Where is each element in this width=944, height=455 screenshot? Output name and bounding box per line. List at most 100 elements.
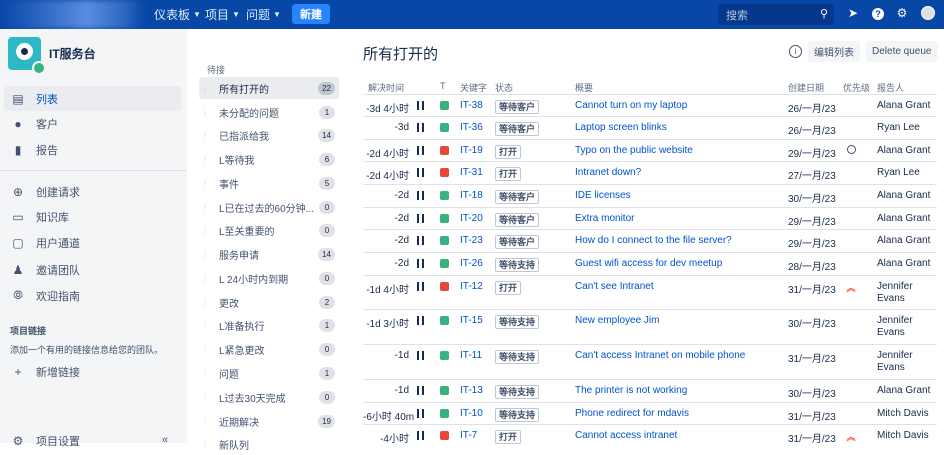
column-header-status[interactable]: 状态 [495,81,513,94]
sidebar-item-create-request[interactable]: ⊕ 创建请求 [4,179,181,204]
sidebar-item-invite-team[interactable]: ♟ 邀请团队 [4,257,181,282]
issue-summary-link[interactable]: Can't access Intranet on mobile phone [575,350,745,361]
issue-summary-link[interactable]: Cannot turn on my laptop [575,100,687,111]
delete-queue-button[interactable]: Delete queue [866,41,938,62]
sidebar-item-reports[interactable]: ▮ 报告 [4,137,181,162]
queue-item[interactable]: ⋮ 已指派给我 14 [199,124,339,146]
nav-dashboards[interactable]: 仪表板 ▼ [154,0,201,29]
queue-item[interactable]: ⋮ L准备执行 1 [199,314,339,336]
drag-handle-icon[interactable]: ⋮ [201,298,211,307]
project-header[interactable]: IT服务台 [8,37,96,75]
issue-summary-link[interactable]: IDE licenses [575,190,631,201]
drag-handle-icon[interactable]: ⋮ [201,250,211,259]
issue-summary-link[interactable]: How do I connect to the file server? [575,235,732,246]
queue-item[interactable]: ⋮ 新队列 [199,433,339,455]
nav-issues[interactable]: 问题 ▼ [246,0,281,29]
issue-summary-link[interactable]: The printer is not working [575,385,687,396]
table-row[interactable]: -3d IT-36 等待客户 Laptop screen blinks 26/一月/23… [363,116,937,139]
collapse-sidebar-icon[interactable]: « [162,434,168,446]
queue-item[interactable]: ⋮ L 24小时内到期 0 [199,267,339,289]
queue-item[interactable]: ⋮ 事件 5 [199,172,339,194]
sidebar-item-customer-portal[interactable]: ▢ 用户通道 [4,230,181,255]
sidebar-item-knowledge-base[interactable]: ▭ 知识库 [4,204,181,229]
gear-icon[interactable]: ⚙ [894,6,910,20]
drag-handle-icon[interactable]: ⋮ [201,108,211,117]
queue-item[interactable]: ⋮ L至关重要的 0 [199,219,339,241]
issue-key-link[interactable]: IT-18 [460,190,483,201]
nav-projects[interactable]: 项目 ▼ [205,0,240,29]
queue-item[interactable]: ⋮ L过去30天完成 0 [199,386,339,408]
issue-key-link[interactable]: IT-23 [460,235,483,246]
column-header-summary[interactable]: 概要 [575,81,593,94]
issue-key-link[interactable]: IT-20 [460,213,483,224]
queue-item[interactable]: ⋮ L等待我 6 [199,148,339,170]
drag-handle-icon[interactable]: ⋮ [201,321,211,330]
help-icon[interactable]: ? [870,6,886,20]
issue-summary-link[interactable]: Can't see Intranet [575,281,654,292]
table-row[interactable]: -3d 4小时 IT-38 等待客户 Cannot turn on my laptop… [363,94,937,116]
queue-item[interactable]: ⋮ L紧急更改 0 [199,338,339,360]
info-icon[interactable]: i [789,45,802,58]
column-header-created[interactable]: 创建日期 [788,81,824,94]
issue-summary-link[interactable]: Guest wifi access for dev meetup [575,258,722,269]
issue-key-link[interactable]: IT-7 [460,430,477,441]
issue-key-link[interactable]: IT-38 [460,100,483,111]
table-row[interactable]: -2d IT-23 等待客户 How do I connect to the file… [363,229,937,252]
table-row[interactable]: -1d IT-11 等待支持 Can't access Intranet on mob… [363,344,937,379]
table-row[interactable]: -2d 4小时 IT-31 打开 Intranet down? 27/一月/23 Ryan… [363,161,937,184]
megaphone-icon[interactable]: ➤ [845,6,861,20]
column-header-priority[interactable]: 优先级 [843,81,870,94]
table-row[interactable]: -4小时 IT-7 打开 Cannot access intranet 31/一月/23… [363,424,937,447]
sidebar-item-queues[interactable]: ▤ 列表 [4,86,181,111]
drag-handle-icon[interactable]: ⋮ [201,369,211,378]
issue-key-link[interactable]: IT-26 [460,258,483,269]
drag-handle-icon[interactable]: ⋮ [201,179,211,188]
drag-handle-icon[interactable]: ⋮ [201,203,211,212]
issue-key-link[interactable]: IT-31 [460,167,483,178]
drag-handle-icon[interactable]: ⋮ [201,131,211,140]
queue-item[interactable]: ⋮ 服务申请 14 [199,243,339,265]
issue-summary-link[interactable]: Cannot access intranet [575,430,677,441]
issue-key-link[interactable]: IT-19 [460,145,483,156]
create-button[interactable]: 新建 [292,4,330,24]
drag-handle-icon[interactable]: ⋮ [201,226,211,235]
project-settings-link[interactable]: ⚙ 项目设置 [4,428,181,453]
table-row[interactable]: -2d 4小时 IT-19 打开 Typo on the public website… [363,139,937,161]
issue-key-link[interactable]: IT-11 [460,350,482,361]
column-header-key[interactable]: 关键字 [460,81,487,94]
table-row[interactable]: -2d IT-26 等待支持 Guest wifi access for dev me… [363,252,937,275]
issue-key-link[interactable]: IT-13 [460,385,483,396]
table-row[interactable]: -1d IT-13 等待支持 The printer is not working 30… [363,379,937,402]
queue-item[interactable]: ⋮ 所有打开的 22 [199,77,339,99]
drag-handle-icon[interactable]: ⋮ [201,393,211,402]
drag-handle-icon[interactable]: ⋮ [201,274,211,283]
table-row[interactable]: -1d 4小时 IT-12 打开 Can't see Intranet 31/一月/23… [363,275,937,309]
add-link-button[interactable]: + 新增链接 [4,359,181,384]
sidebar-item-welcome-guide[interactable]: ⦾ 欢迎指南 [4,283,181,308]
drag-handle-icon[interactable]: ⋮ [201,155,211,164]
table-row[interactable]: -2d IT-18 等待客户 IDE licenses 30/一月/23 Alana Gr… [363,184,937,207]
drag-handle-icon[interactable]: ⋮ [201,345,211,354]
queue-item[interactable]: ⋮ L已在过去的60分钟... 0 [199,196,339,218]
issue-key-link[interactable]: IT-15 [460,315,483,326]
drag-handle-icon[interactable]: ⋮ [201,440,211,449]
column-header-reporter[interactable]: 报告人 [877,81,904,94]
issue-summary-link[interactable]: Intranet down? [575,167,641,178]
issue-summary-link[interactable]: Phone redirect for mdavis [575,408,689,419]
product-logo[interactable] [0,0,145,29]
issue-summary-link[interactable]: New employee Jim [575,315,659,326]
edit-columns-button[interactable]: 编辑列表 [808,41,860,62]
table-row[interactable]: -6小时 40m IT-10 等待支持 Phone redirect for mdav… [363,402,937,424]
table-row[interactable]: -1d 3小时 IT-15 等待支持 New employee Jim 30/一月/23… [363,309,937,344]
issue-key-link[interactable]: IT-36 [460,122,483,133]
column-header-time-to-resolution[interactable]: 解决时间 [368,81,404,94]
drag-handle-icon[interactable]: ⋮ [201,84,211,93]
table-row[interactable]: -2d IT-20 等待客户 Extra monitor 29/一月/23 Alana G… [363,207,937,229]
sidebar-item-customers[interactable]: ● 客户 [4,111,181,136]
issue-key-link[interactable]: IT-10 [460,408,483,419]
issue-key-link[interactable]: IT-12 [460,281,483,292]
column-header-type[interactable]: T [440,81,446,91]
avatar[interactable] [920,6,936,23]
issue-summary-link[interactable]: Extra monitor [575,213,634,224]
issue-summary-link[interactable]: Typo on the public website [575,145,693,156]
